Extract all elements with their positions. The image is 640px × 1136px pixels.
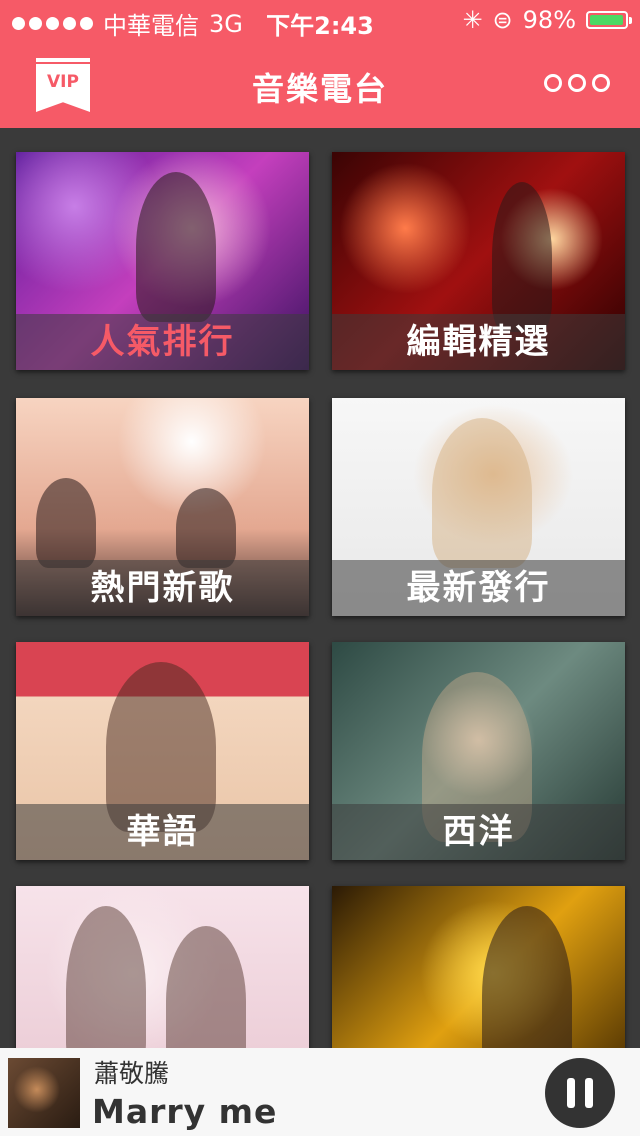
category-tile-mandarin[interactable]: 華語 [16,642,309,860]
category-tile-japanese[interactable] [16,886,309,1048]
category-label: 人氣排行 [16,314,309,370]
battery-percent: 98% [522,6,576,34]
category-label: 最新發行 [332,560,625,616]
tile-image [432,418,532,568]
category-tile-korean[interactable] [332,886,625,1048]
status-bar: 中華電信 3G 下午2:43 ✳ ⊜ 98% [0,0,640,40]
tile-image [482,906,572,1048]
nav-bar: VIP 音樂電台 [0,40,640,128]
category-tile-popular[interactable]: 人氣排行 [16,152,309,370]
pause-button[interactable] [545,1058,615,1128]
category-tile-new-release[interactable]: 最新發行 [332,398,625,616]
pause-icon [567,1078,575,1108]
category-label: 熱門新歌 [16,560,309,616]
category-label: 華語 [16,804,309,860]
battery-icon [586,11,632,29]
now-playing-bar[interactable]: 蕭敬騰 Marry me [0,1048,640,1136]
activity-spinner-icon: ✳ [462,6,483,34]
category-tile-editor-picks[interactable]: 編輯精選 [332,152,625,370]
song-title: Marry me [92,1092,278,1131]
tile-image [36,478,96,568]
orientation-lock-icon: ⊜ [492,6,513,34]
category-grid: 人氣排行 編輯精選 熱門新歌 最新發行 華語 西洋 [0,128,640,1048]
category-label: 西洋 [332,804,625,860]
tile-image [176,488,236,568]
status-right: ✳ ⊜ 98% [462,6,632,34]
category-tile-hot-new[interactable]: 熱門新歌 [16,398,309,616]
tile-image [136,172,216,322]
tile-image [492,182,552,332]
album-cover[interactable] [8,1058,80,1128]
artist-name: 蕭敬騰 [94,1059,170,1088]
category-tile-western[interactable]: 西洋 [332,642,625,860]
tile-image [166,926,246,1048]
more-options-icon[interactable] [544,74,610,92]
category-label: 編輯精選 [332,314,625,370]
battery-fill [590,15,624,25]
tile-image [66,906,146,1048]
